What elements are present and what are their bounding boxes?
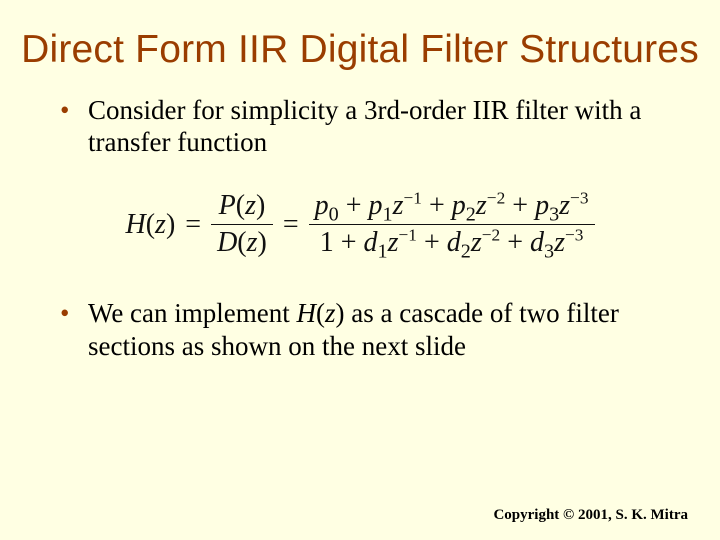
bullet-1: Consider for simplicity a 3rd-order IIR … — [60, 94, 660, 159]
frac-pz-dz: P(z) D(z) — [211, 188, 273, 261]
Ppo: ( — [236, 190, 245, 221]
dz2: z — [471, 227, 482, 258]
z1: z — [393, 190, 404, 221]
Ppc: ) — [256, 190, 265, 221]
slide-body: Consider for simplicity a 3rd-order IIR … — [0, 72, 720, 363]
pl3: + — [505, 190, 535, 221]
Dpo: ( — [237, 227, 246, 258]
Pz: z — [245, 190, 256, 221]
frac-dz-den: D(z) — [211, 225, 273, 261]
z3s: −3 — [570, 189, 588, 208]
d2s: 2 — [461, 241, 471, 263]
d3: d — [530, 227, 544, 258]
p0: p — [315, 190, 329, 221]
dz1: z — [388, 227, 399, 258]
Dpc: ) — [258, 227, 267, 258]
eq2: = — [283, 209, 299, 241]
bullet-list-2: We can implement H(z) as a cascade of tw… — [60, 297, 660, 362]
b2-po: ( — [316, 298, 325, 328]
pl1: + — [339, 190, 369, 221]
dz1s: −1 — [398, 226, 416, 245]
p1s: 1 — [383, 204, 393, 226]
lhs-H: H — [125, 209, 145, 240]
p3: p — [535, 190, 549, 221]
d3s: 3 — [544, 241, 554, 263]
z1s: −1 — [404, 189, 422, 208]
pl2: + — [422, 190, 452, 221]
b2-H: H — [297, 298, 317, 328]
formula-row: H(z) = P(z) D(z) = p0 + p1z−1 + p2z−2 + … — [125, 188, 594, 261]
lhs-pc: ) — [166, 209, 175, 240]
dpl2: + — [417, 227, 447, 258]
copyright-notice: Copyright © 2001, S. K. Mitra — [493, 507, 688, 524]
P: P — [219, 190, 236, 221]
dpl1: + — [334, 227, 364, 258]
frac-expanded: p0 + p1z−1 + p2z−2 + p3z−3 1 + d1z−1 + d… — [309, 188, 595, 261]
p2: p — [452, 190, 466, 221]
z2s: −2 — [487, 189, 505, 208]
p0s: 0 — [329, 204, 339, 226]
eq1: = — [185, 209, 201, 241]
d1one: 1 — [320, 227, 334, 258]
z3: z — [559, 190, 570, 221]
dz3: z — [554, 227, 565, 258]
dz2s: −2 — [482, 226, 500, 245]
slide: Direct Form IIR Digital Filter Structure… — [0, 0, 720, 540]
lhs-po: ( — [146, 209, 155, 240]
p1: p — [369, 190, 383, 221]
bullet-1-text: Consider for simplicity a 3rd-order IIR … — [88, 95, 641, 157]
dpl3: + — [500, 227, 530, 258]
formula-lhs: H(z) — [125, 209, 175, 241]
slide-title: Direct Form IIR Digital Filter Structure… — [0, 0, 720, 72]
frac-pz-num: P(z) — [213, 188, 272, 224]
lhs-z: z — [155, 209, 166, 240]
transfer-function-formula: H(z) = P(z) D(z) = p0 + p1z−1 + p2z−2 + … — [60, 188, 660, 261]
p2s: 2 — [466, 204, 476, 226]
p3s: 3 — [549, 204, 559, 226]
b2-z: z — [325, 298, 336, 328]
D: D — [217, 227, 237, 258]
denominator: 1 + d1z−1 + d2z−2 + d3z−3 — [314, 225, 590, 261]
d2: d — [447, 227, 461, 258]
d1: d — [363, 227, 377, 258]
z2: z — [476, 190, 487, 221]
bullet-list: Consider for simplicity a 3rd-order IIR … — [60, 94, 660, 159]
b2-pre: We can implement — [88, 298, 297, 328]
b2-pc: ) — [336, 298, 345, 328]
numerator: p0 + p1z−1 + p2z−2 + p3z−3 — [309, 188, 595, 224]
bullet-2: We can implement H(z) as a cascade of tw… — [60, 297, 660, 362]
d1s: 1 — [377, 241, 387, 263]
dz3s: −3 — [565, 226, 583, 245]
Dz: z — [247, 227, 258, 258]
